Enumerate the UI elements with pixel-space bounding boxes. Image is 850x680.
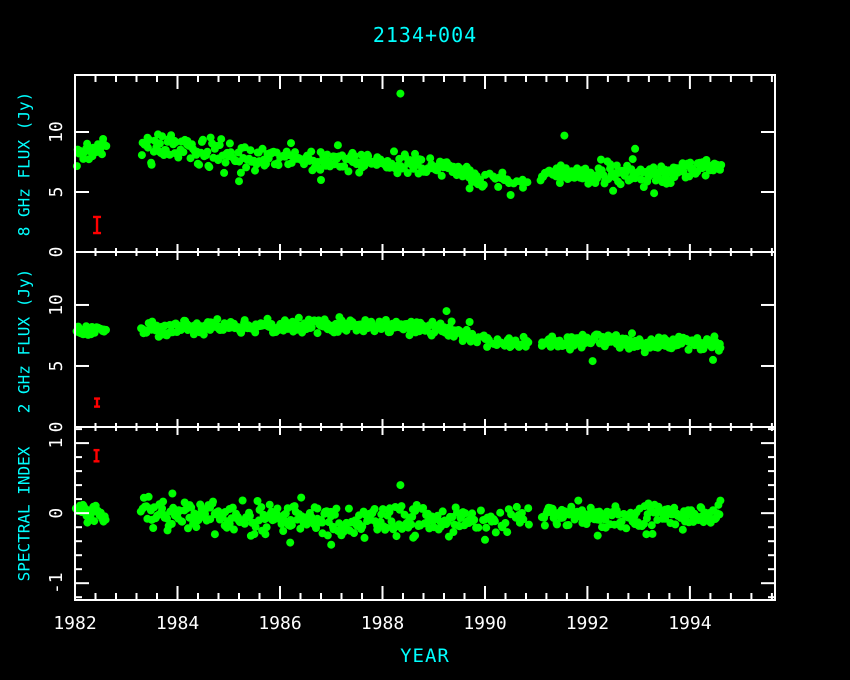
svg-text:1982: 1982 (53, 613, 96, 634)
svg-text:1992: 1992 (566, 613, 609, 634)
chart-canvas: 0 5 10 0 5 10 -1 0 1 1982 1984 1986 1988 1990 1992 1994 (0, 0, 850, 680)
svg-text:0: 0 (46, 508, 67, 519)
svg-text:1986: 1986 (258, 613, 301, 634)
flux-monitoring-figure: 2134+004 8 GHz FLUX (Jy) 2 GHz FLUX (Jy)… (0, 0, 850, 680)
svg-text:1: 1 (46, 438, 67, 449)
svg-text:1994: 1994 (668, 613, 711, 634)
svg-text:1984: 1984 (156, 613, 199, 634)
svg-text:0: 0 (46, 247, 67, 258)
svg-text:1988: 1988 (361, 613, 404, 634)
svg-text:10: 10 (46, 294, 67, 316)
svg-text:10: 10 (46, 121, 67, 143)
svg-text:0: 0 (46, 422, 67, 433)
svg-text:5: 5 (46, 187, 67, 198)
error-bars (93, 217, 101, 461)
svg-text:-1: -1 (46, 572, 67, 594)
scatter-points (72, 90, 725, 549)
tick-labels: 0 5 10 0 5 10 -1 0 1 1982 1984 1986 1988 1990 1992 1994 (46, 121, 712, 634)
svg-text:1990: 1990 (463, 613, 506, 634)
svg-text:5: 5 (46, 361, 67, 372)
